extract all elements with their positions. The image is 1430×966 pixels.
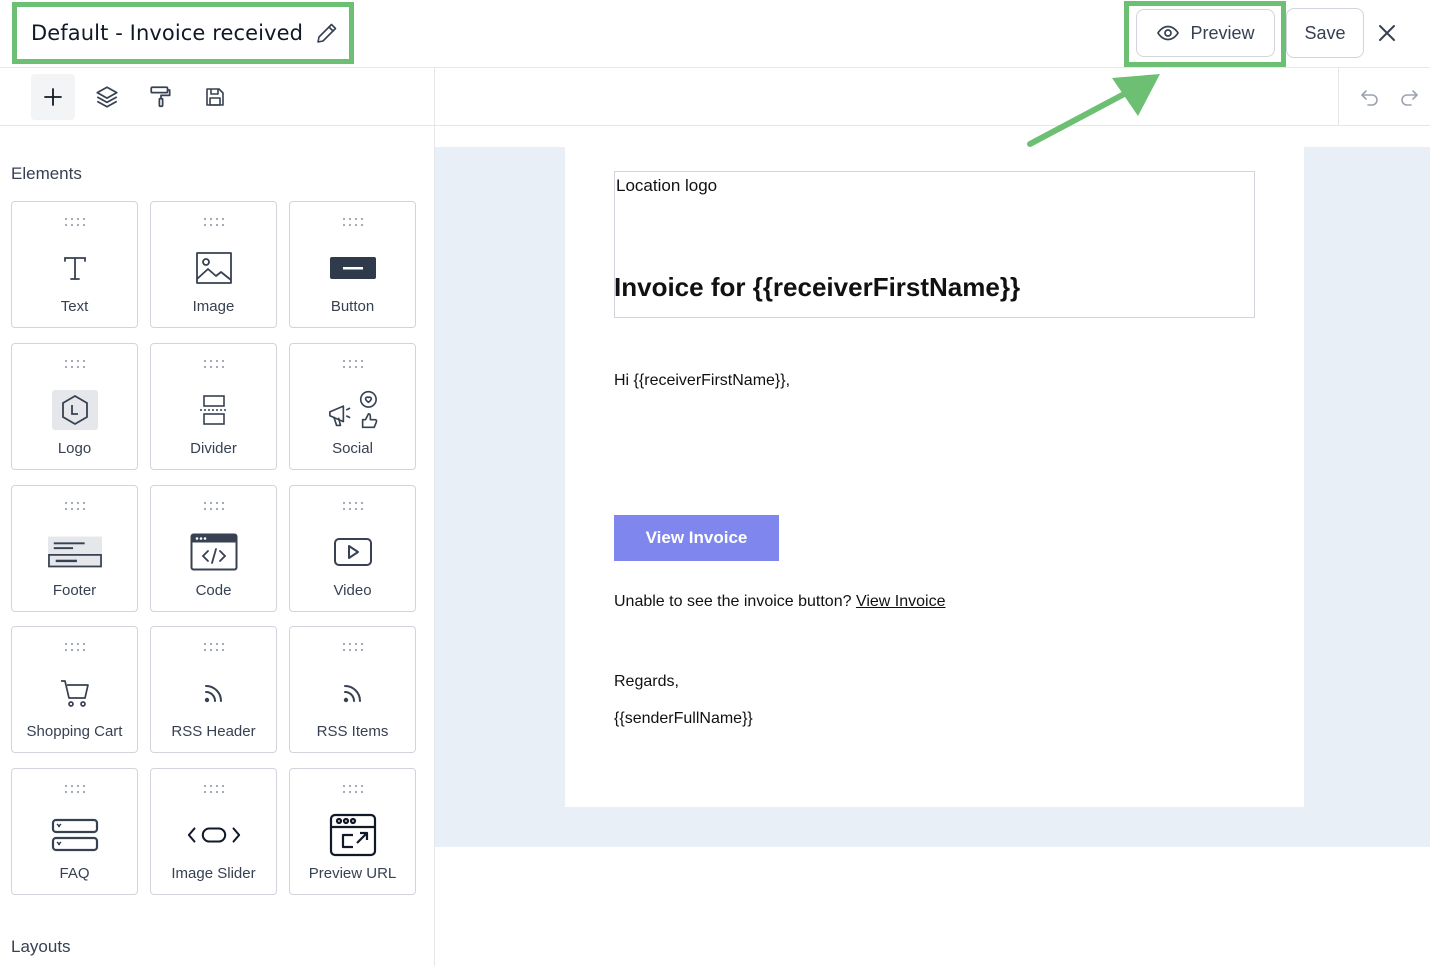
social-icon [326, 388, 380, 432]
text-icon [48, 246, 102, 290]
element-label: Code [195, 582, 232, 599]
drag-handle-icon[interactable] [203, 781, 225, 794]
element-label: Preview URL [308, 865, 397, 882]
element-label: Button [330, 298, 375, 315]
drag-handle-icon[interactable] [342, 356, 364, 369]
divider-icon [187, 388, 241, 432]
element-card-image[interactable]: Image [150, 201, 277, 328]
redo-icon[interactable] [1398, 86, 1420, 108]
element-label: Image Slider [171, 865, 256, 882]
drag-handle-icon[interactable] [203, 214, 225, 227]
plus-icon [44, 88, 62, 106]
greeting-text[interactable]: Hi {{receiverFirstName}}, [614, 372, 790, 390]
pencil-icon[interactable] [315, 21, 339, 45]
element-label: Shopping Cart [26, 723, 123, 740]
logo-placeholder: Location logo [616, 176, 718, 195]
drag-handle-icon[interactable] [342, 498, 364, 511]
template-title-box[interactable]: Default - Invoice received [12, 2, 354, 64]
element-label: Image [192, 298, 235, 315]
elements-heading: Elements [11, 164, 82, 183]
canvas-toolbar [435, 68, 1430, 126]
element-card-video[interactable]: Video [289, 485, 416, 612]
element-card-text[interactable]: Text [11, 201, 138, 328]
code-icon [187, 530, 241, 574]
element-card-footer[interactable]: Footer [11, 485, 138, 612]
footer-icon [47, 530, 102, 574]
history-controls [1338, 68, 1430, 126]
preview-url-icon [326, 813, 380, 857]
element-label: Divider [190, 440, 237, 457]
view-invoice-link[interactable]: View Invoice [856, 593, 946, 610]
drag-handle-icon[interactable] [203, 356, 225, 369]
save-button[interactable]: Save [1286, 8, 1364, 58]
close-icon [1379, 25, 1395, 41]
drag-handle-icon[interactable] [203, 498, 225, 511]
element-label: RSS Header [171, 723, 256, 740]
image-icon [187, 246, 241, 290]
preview-button[interactable]: Preview [1136, 9, 1275, 57]
top-bar: Default - Invoice received Preview Save [0, 0, 1430, 68]
floppy-disk-icon [206, 88, 224, 106]
preview-label: Preview [1190, 22, 1255, 43]
element-card-button[interactable]: Button [289, 201, 416, 328]
drag-handle-icon[interactable] [64, 781, 86, 794]
element-card-rss-items[interactable]: RSS Items [289, 626, 416, 753]
sidebar-toolbar [0, 68, 434, 126]
styles-tool[interactable] [139, 74, 183, 120]
faq-icon [48, 813, 102, 857]
element-label: Social [332, 440, 373, 457]
layers-icon [96, 86, 118, 108]
element-label: FAQ [59, 865, 90, 882]
drag-handle-icon[interactable] [64, 356, 86, 369]
drag-handle-icon[interactable] [203, 639, 225, 652]
drag-handle-icon[interactable] [342, 781, 364, 794]
fallback-prefix: Unable to see the invoice button? [614, 593, 856, 610]
layers-tool[interactable] [85, 74, 129, 120]
element-card-image-slider[interactable]: Image Slider [150, 768, 277, 895]
slider-icon [187, 813, 241, 857]
element-label: Footer [52, 582, 97, 599]
rss-icon [187, 671, 241, 715]
logo-icon [48, 388, 102, 432]
drag-handle-icon[interactable] [64, 498, 86, 511]
element-label: Logo [57, 440, 92, 457]
annotation-arrow-icon [1027, 74, 1160, 147]
element-card-social[interactable]: Social [289, 343, 416, 470]
button-icon [326, 246, 380, 290]
layouts-heading: Layouts [11, 937, 71, 956]
rss-icon [326, 671, 380, 715]
cart-icon [48, 671, 102, 715]
element-label: Text [60, 298, 89, 315]
view-invoice-button[interactable]: View Invoice [614, 515, 779, 561]
regards-text[interactable]: Regards, [614, 673, 679, 691]
paint-roller-icon [150, 86, 171, 108]
element-card-faq[interactable]: FAQ [11, 768, 138, 895]
email-header-section[interactable]: Location logo Invoice for {{receiverFirs… [614, 171, 1255, 318]
element-card-rss-header[interactable]: RSS Header [150, 626, 277, 753]
element-card-shopping-cart[interactable]: Shopping Cart [11, 626, 138, 753]
template-title: Default - Invoice received [31, 21, 304, 45]
close-button[interactable] [1372, 18, 1402, 48]
undo-icon[interactable] [1359, 86, 1381, 108]
element-card-preview-url[interactable]: Preview URL [289, 768, 416, 895]
element-card-code[interactable]: Code [150, 485, 277, 612]
drag-handle-icon[interactable] [64, 639, 86, 652]
drag-handle-icon[interactable] [342, 214, 364, 227]
element-card-logo[interactable]: Logo [11, 343, 138, 470]
drag-handle-icon[interactable] [342, 639, 364, 652]
element-label: RSS Items [316, 723, 389, 740]
sender-text[interactable]: {{senderFullName}} [614, 710, 753, 728]
fallback-text[interactable]: Unable to see the invoice button? View I… [614, 593, 945, 611]
element-label: Video [333, 582, 372, 599]
save-template-tool[interactable] [193, 74, 237, 120]
invoice-title: Invoice for {{receiverFirstName}} [614, 272, 1021, 302]
eye-icon [1157, 25, 1180, 41]
element-card-divider[interactable]: Divider [150, 343, 277, 470]
video-icon [326, 530, 380, 574]
drag-handle-icon[interactable] [64, 214, 86, 227]
add-tool[interactable] [31, 74, 75, 120]
elements-sidebar: Elements Text Image Button Logo Divider Socia… [0, 68, 435, 966]
